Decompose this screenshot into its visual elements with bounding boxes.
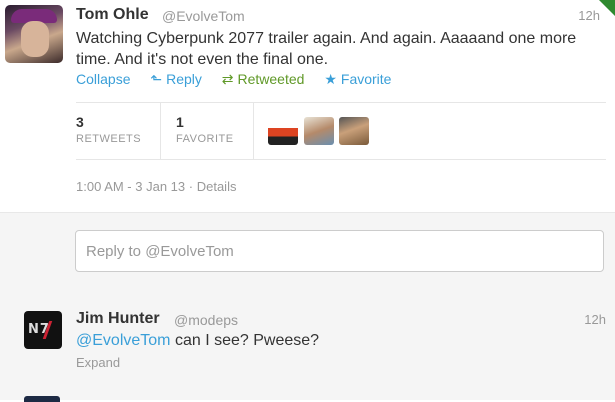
- retweeted-action[interactable]: ⇄ Retweeted: [222, 71, 305, 88]
- reply-area: [0, 212, 615, 294]
- expanded-tweet: Tom Ohle @EvolveTom 12h Watching Cyberpu…: [0, 0, 615, 212]
- expand-link[interactable]: Expand: [76, 355, 120, 370]
- avatar-face: [21, 21, 49, 57]
- reply-body: can I see? Pweese?: [174, 332, 320, 349]
- next-tweet-avatar[interactable]: [24, 396, 60, 402]
- reply-author-handle[interactable]: @modeps: [174, 312, 238, 328]
- reply-author-name[interactable]: Jim Hunter: [76, 310, 160, 328]
- favorite-label: Favorite: [340, 71, 392, 87]
- favorites-stat[interactable]: 1 FAVORITE: [160, 103, 254, 159]
- retweets-label: RETWEETS: [76, 133, 142, 145]
- tweet-stats: 3 RETWEETS 1 FAVORITE: [76, 102, 606, 160]
- retweeted-corner-badge: [599, 0, 615, 16]
- details-link[interactable]: Details: [197, 179, 237, 194]
- retweeter-avatar[interactable]: [268, 117, 298, 145]
- favorites-label: FAVORITE: [176, 133, 234, 145]
- avatar-jim-hunter[interactable]: N7: [24, 311, 62, 349]
- favorites-count: 1: [176, 114, 184, 130]
- tweet-meta: 1:00 AM - 3 Jan 13 · Details: [76, 179, 236, 194]
- reply-icon: ⬑: [150, 71, 163, 87]
- author-handle[interactable]: @EvolveTom: [162, 8, 245, 24]
- retweeter-avatar[interactable]: [304, 117, 334, 145]
- reply-label: Reply: [166, 71, 202, 87]
- mention-link[interactable]: @EvolveTom: [76, 332, 171, 349]
- author-name[interactable]: Tom Ohle: [76, 6, 149, 24]
- retweet-icon: ⇄: [221, 71, 234, 87]
- retweets-count: 3: [76, 114, 84, 130]
- reply-input[interactable]: [75, 230, 604, 272]
- tweet-actions: Collapse ⬑ Reply ⇄ Retweeted ★ Favorite: [76, 71, 407, 88]
- meta-separator: ·: [188, 179, 194, 194]
- reply-time[interactable]: 12h: [584, 312, 606, 327]
- tweet-time[interactable]: 12h: [578, 8, 600, 23]
- favorite-action[interactable]: ★ Favorite: [324, 71, 391, 88]
- retweeter-avatar[interactable]: [339, 117, 369, 145]
- reply-action[interactable]: ⬑ Reply: [150, 71, 202, 88]
- retweeted-label: Retweeted: [237, 71, 305, 87]
- reply-tweet[interactable]: N7 Jim Hunter @modeps 12h @EvolveTom can…: [0, 293, 615, 386]
- tweet-text: Watching Cyberpunk 2077 trailer again. A…: [76, 30, 577, 68]
- reply-text: @EvolveTom can I see? Pweese?: [76, 332, 319, 350]
- avatar-tom-ohle[interactable]: [5, 5, 63, 63]
- next-tweet-edge: [0, 385, 615, 402]
- star-icon: ★: [324, 71, 337, 87]
- retweets-stat[interactable]: 3 RETWEETS: [76, 103, 161, 159]
- collapse-link[interactable]: Collapse: [76, 71, 130, 87]
- tweet-timestamp[interactable]: 1:00 AM - 3 Jan 13: [76, 179, 185, 194]
